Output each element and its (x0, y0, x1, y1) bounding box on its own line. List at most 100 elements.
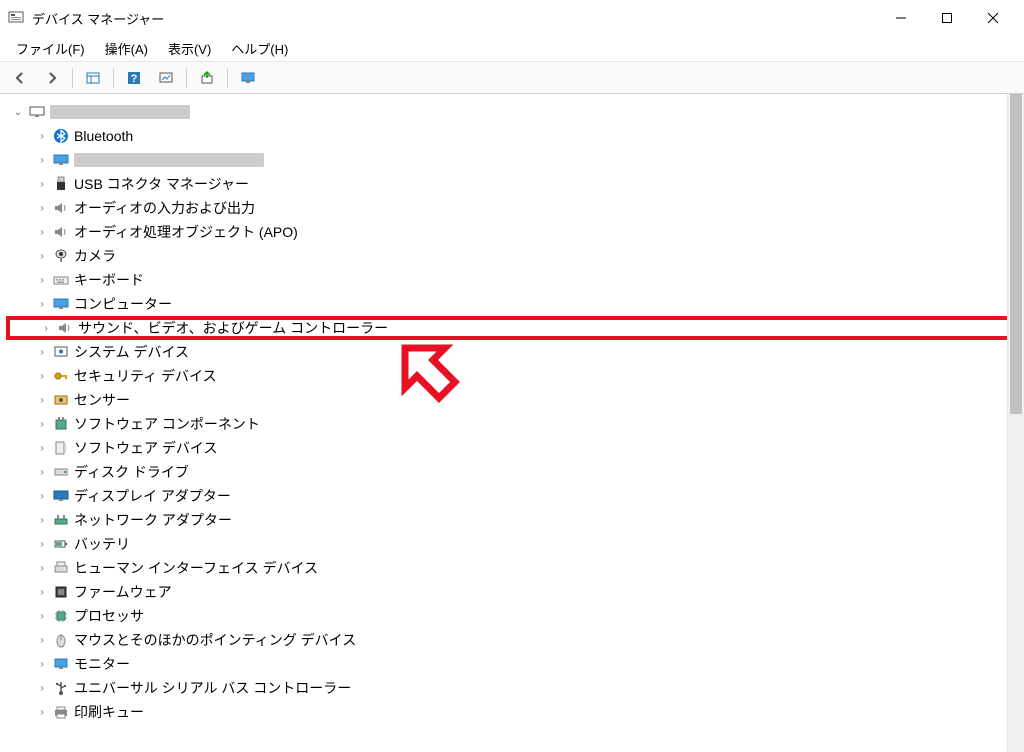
chevron-right-icon: › (34, 515, 50, 526)
content-area: ⌄ › Bluetooth › › USB コネクタ マネージャー›オーディオの入力およ… (0, 94, 1024, 752)
computer-icon (28, 103, 46, 121)
tree-item[interactable]: ›ソフトウェア コンポーネント (6, 412, 1024, 436)
tree-item[interactable]: › Bluetooth (6, 124, 1024, 148)
disk-icon (52, 463, 70, 481)
menu-help[interactable]: ヘルプ(H) (221, 37, 298, 60)
chevron-right-icon: › (34, 347, 50, 358)
back-button[interactable] (6, 65, 34, 91)
menu-file[interactable]: ファイル(F) (6, 37, 95, 60)
component-icon (52, 415, 70, 433)
chevron-right-icon: › (34, 683, 50, 694)
menu-action[interactable]: 操作(A) (95, 37, 158, 60)
update-driver-button[interactable] (193, 65, 221, 91)
chevron-right-icon: › (34, 539, 50, 550)
tree-item[interactable]: › 印刷キュー (6, 700, 1024, 724)
tree-item[interactable]: ›カメラ (6, 244, 1024, 268)
tree-item-label: Bluetooth (74, 128, 133, 144)
tree-item[interactable]: ›セキュリティ デバイス (6, 364, 1024, 388)
toolbar: ? (0, 62, 1024, 94)
close-button[interactable] (970, 2, 1016, 34)
tree-item[interactable]: › ディスプレイ アダプター (6, 484, 1024, 508)
tree-root[interactable]: ⌄ (6, 100, 1024, 124)
tree-item[interactable]: ›オーディオ処理オブジェクト (APO) (6, 220, 1024, 244)
show-all-button[interactable] (79, 65, 107, 91)
chevron-right-icon: › (34, 371, 50, 382)
usbctrl-icon (52, 679, 70, 697)
chevron-right-icon: › (34, 611, 50, 622)
tree-item-label (74, 153, 264, 167)
tree-item[interactable]: ›サウンド、ビデオ、およびゲーム コントローラー (6, 316, 1024, 340)
tree-item-label: ソフトウェア コンポーネント (74, 414, 260, 434)
tree-item[interactable]: ›センサー (6, 388, 1024, 412)
tree-item-label: マウスとそのほかのポインティング デバイス (74, 630, 356, 650)
speaker-icon (52, 199, 70, 217)
device-tree: ⌄ › Bluetooth › › USB コネクタ マネージャー›オーディオの入力およ… (0, 94, 1024, 752)
tree-item[interactable]: ›ソフトウェア デバイス (6, 436, 1024, 460)
printer-icon (52, 703, 70, 721)
monitor-icon (52, 151, 70, 169)
scrollbar-thumb[interactable] (1010, 94, 1022, 414)
usb-icon (52, 175, 70, 193)
tree-item[interactable]: ›オーディオの入力および出力 (6, 196, 1024, 220)
maximize-button[interactable] (924, 2, 970, 34)
forward-button[interactable] (38, 65, 66, 91)
battery-icon (52, 535, 70, 553)
tree-item-label: ディスク ドライブ (74, 462, 189, 482)
menu-view[interactable]: 表示(V) (158, 37, 221, 60)
window-controls (878, 2, 1016, 34)
tree-item-label: ソフトウェア デバイス (74, 438, 217, 458)
computer-icon (52, 295, 70, 313)
monitor-button[interactable] (234, 65, 262, 91)
mouse-icon (52, 631, 70, 649)
chevron-right-icon: › (34, 155, 50, 166)
tree-item[interactable]: › バッテリ (6, 532, 1024, 556)
tree-item[interactable]: › ネットワーク アダプター (6, 508, 1024, 532)
menubar: ファイル(F) 操作(A) 表示(V) ヘルプ(H) (0, 36, 1024, 62)
chevron-right-icon: › (34, 491, 50, 502)
chevron-right-icon: › (34, 707, 50, 718)
processor-icon (52, 607, 70, 625)
tree-item[interactable]: ›ヒューマン インターフェイス デバイス (6, 556, 1024, 580)
tree-item-label: ユニバーサル シリアル バス コントローラー (74, 678, 351, 698)
tree-item[interactable]: ›キーボード (6, 268, 1024, 292)
tree-item-label: カメラ (74, 246, 116, 266)
vertical-scrollbar[interactable] (1007, 94, 1024, 752)
chevron-right-icon: › (34, 131, 50, 142)
firmware-icon (52, 583, 70, 601)
tree-item-label: センサー (74, 390, 130, 410)
tree-item[interactable]: ›ディスク ドライブ (6, 460, 1024, 484)
camera-icon (52, 247, 70, 265)
tree-item[interactable]: › USB コネクタ マネージャー (6, 172, 1024, 196)
toolbar-separator (72, 68, 73, 88)
speaker-icon (56, 319, 74, 337)
chevron-right-icon: › (34, 299, 50, 310)
tree-item[interactable]: ›システム デバイス (6, 340, 1024, 364)
tree-item-label: ネットワーク アダプター (74, 510, 232, 530)
tree-item-label: 印刷キュー (74, 702, 144, 722)
tree-item-label: バッテリ (74, 534, 130, 554)
tree-item[interactable]: ›ファームウェア (6, 580, 1024, 604)
tree-item[interactable]: › コンピューター (6, 292, 1024, 316)
display-icon (52, 487, 70, 505)
scan-button[interactable] (152, 65, 180, 91)
system-icon (52, 343, 70, 361)
chevron-right-icon: › (34, 179, 50, 190)
help-button[interactable]: ? (120, 65, 148, 91)
chevron-right-icon: › (34, 659, 50, 670)
tree-item-label: プロセッサ (74, 606, 144, 626)
minimize-button[interactable] (878, 2, 924, 34)
tree-item[interactable]: › プロセッサ (6, 604, 1024, 628)
chevron-right-icon: › (34, 587, 50, 598)
bluetooth-icon (52, 127, 70, 145)
tree-item[interactable]: ›モニター (6, 652, 1024, 676)
titlebar: デバイス マネージャー (0, 0, 1024, 36)
app-icon (8, 10, 24, 26)
tree-item[interactable]: ›マウスとそのほかのポインティング デバイス (6, 628, 1024, 652)
tree-item-label: コンピューター (74, 294, 172, 314)
tree-item[interactable]: › (6, 148, 1024, 172)
tree-item[interactable]: › ユニバーサル シリアル バス コントローラー (6, 676, 1024, 700)
tree-item-label: USB コネクタ マネージャー (74, 174, 249, 194)
tree-item-label: ディスプレイ アダプター (74, 486, 231, 506)
svg-text:?: ? (131, 73, 138, 85)
hid-icon (52, 559, 70, 577)
